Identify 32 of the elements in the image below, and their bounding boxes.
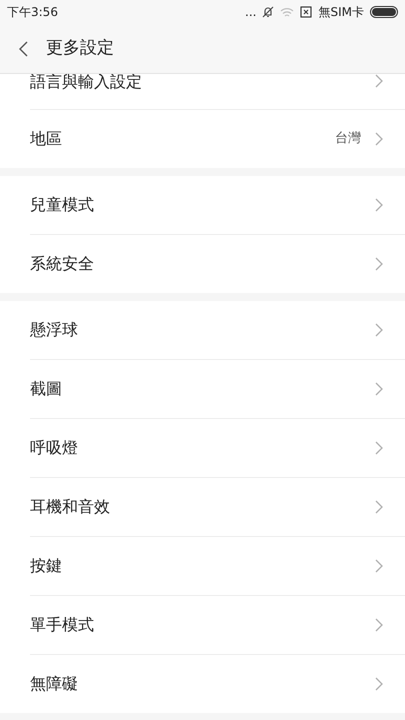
chevron-right-icon — [375, 323, 383, 337]
chevron-right-icon — [375, 198, 383, 212]
chevron-right-icon — [375, 677, 383, 691]
carrier-text: 無SIM卡 — [318, 4, 364, 21]
settings-item[interactable]: 呼吸燈 — [30, 419, 405, 477]
wifi-icon — [280, 6, 294, 18]
more-notifications: ... — [245, 6, 256, 18]
chevron-right-icon — [375, 559, 383, 573]
no-sim-icon — [300, 6, 312, 18]
chevron-right-icon — [375, 257, 383, 271]
chevron-right-icon — [375, 500, 383, 514]
back-icon — [18, 40, 28, 56]
chevron-right-icon — [375, 618, 383, 632]
settings-item[interactable]: 截圖 — [30, 360, 405, 418]
chevron-right-icon — [375, 382, 383, 396]
item-value: 台灣 — [335, 130, 361, 148]
settings-item[interactable]: 按鍵 — [30, 537, 405, 595]
status-time: 下午3:56 — [7, 4, 58, 21]
settings-item[interactable]: 懸浮球 — [30, 301, 405, 359]
settings-item[interactable]: 兒童模式 — [30, 176, 405, 234]
settings-item[interactable]: 無障礙 — [30, 655, 405, 713]
settings-item[interactable]: 地區 台灣 — [30, 110, 405, 168]
settings-item[interactable]: 語言與輸入設定 — [30, 74, 405, 109]
settings-item[interactable]: 耳機和音效 — [30, 478, 405, 536]
settings-item[interactable]: 單手模式 — [30, 596, 405, 654]
settings-item[interactable]: 系統安全 — [30, 235, 405, 293]
chevron-right-icon — [375, 74, 383, 88]
page-title: 更多設定 — [46, 36, 114, 60]
battery-icon — [370, 6, 398, 18]
chevron-right-icon — [375, 441, 383, 455]
muted-bell-icon — [262, 6, 274, 18]
chevron-right-icon — [375, 132, 383, 146]
